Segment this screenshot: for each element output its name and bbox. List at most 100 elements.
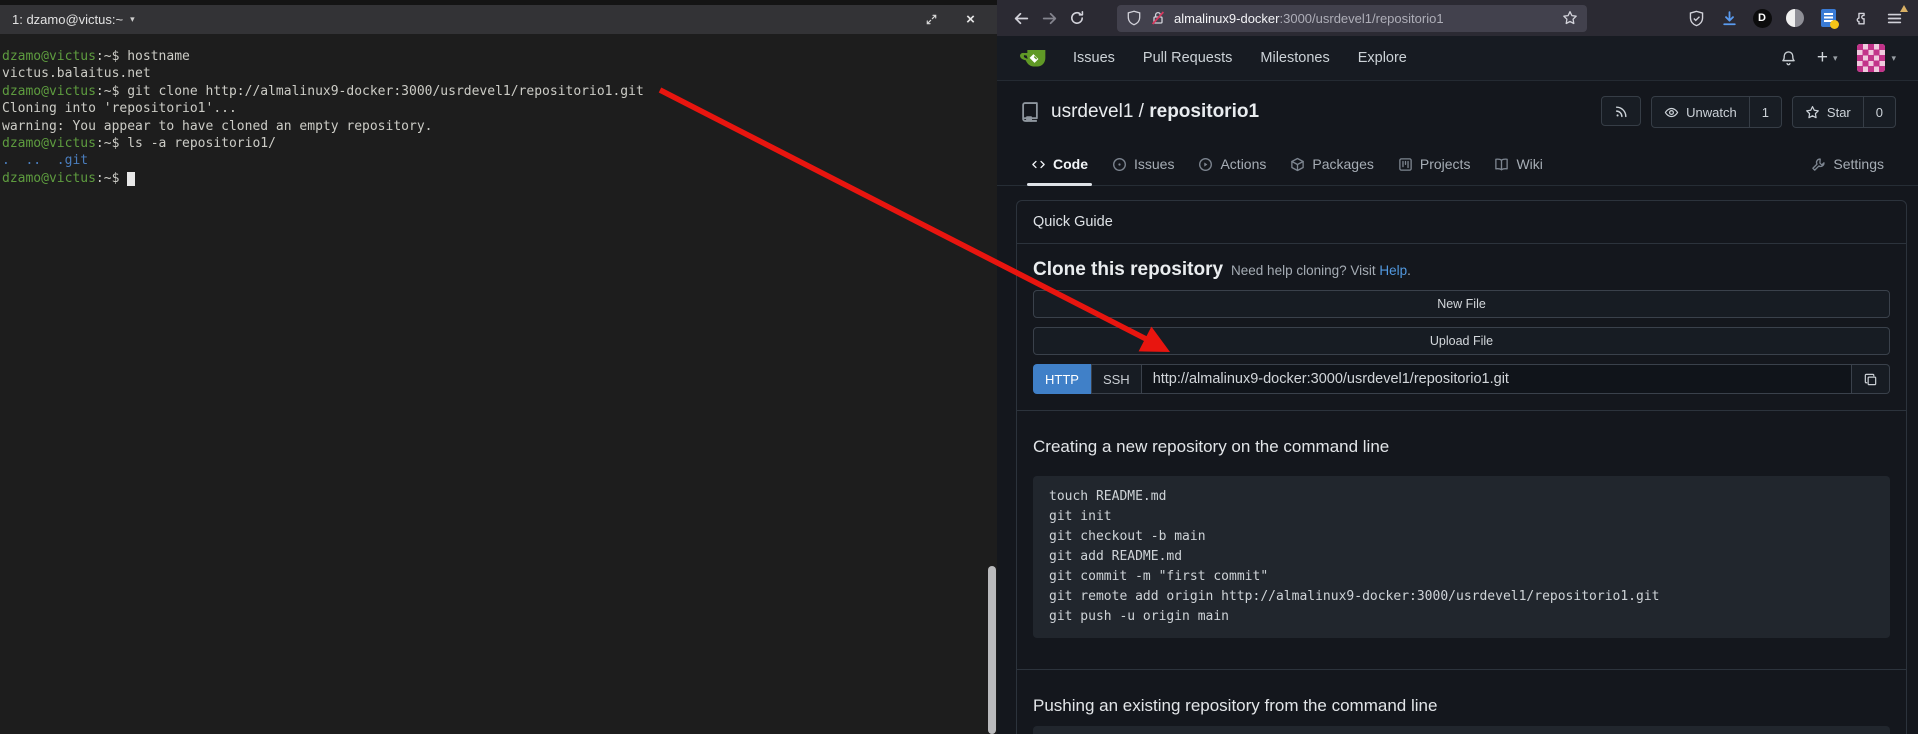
d-letter-extension-icon[interactable]: D — [1752, 8, 1772, 28]
repo-content: Quick Guide Clone this repository Need h… — [997, 186, 1918, 734]
nav-link-explore[interactable]: Explore — [1344, 50, 1421, 66]
push-repo-heading: Pushing an existing repository from the … — [1033, 696, 1890, 716]
download-complete-badge — [1900, 5, 1908, 12]
terminal-line: dzamo@victus:~$ git clone http://almalin… — [2, 83, 997, 100]
clone-url-input[interactable]: http://almalinux9-docker:3000/usrdevel1/… — [1142, 364, 1852, 394]
extension-icons: D — [1686, 8, 1908, 28]
bookmark-star-icon[interactable] — [1562, 10, 1578, 26]
tab-wiki[interactable]: Wiki — [1482, 156, 1554, 185]
terminal-scrollbar[interactable] — [988, 566, 996, 734]
nav-link-issues[interactable]: Issues — [1059, 50, 1129, 66]
nav-link-pull-requests[interactable]: Pull Requests — [1129, 50, 1246, 66]
star-button-group: Star 0 — [1792, 96, 1896, 128]
gitea-logo[interactable] — [1019, 43, 1049, 73]
stars-count[interactable]: 0 — [1863, 97, 1895, 127]
url-bar[interactable]: almalinux9-docker:3000/usrdevel1/reposit… — [1117, 5, 1587, 32]
gitea-page: IssuesPull RequestsMilestonesExplore +▾ … — [997, 36, 1918, 734]
terminal-line: dzamo@victus:~$ ls -a repositorio1/ — [2, 135, 997, 152]
browser-toolbar: almalinux9-docker:3000/usrdevel1/reposit… — [997, 0, 1918, 36]
terminal-titlebar: 1: dzamo@victus:~ ▾ × — [0, 0, 997, 34]
terminal-window: 1: dzamo@victus:~ ▾ × dzamo@victus:~$ ho… — [0, 0, 997, 734]
chevron-down-icon: ▾ — [1891, 53, 1896, 64]
create-repo-heading: Creating a new repository on the command… — [1033, 437, 1890, 457]
watchers-count[interactable]: 1 — [1749, 97, 1781, 127]
unwatch-button[interactable]: Unwatch — [1652, 97, 1749, 127]
create-repo-section: Creating a new repository on the command… — [1017, 410, 1906, 669]
push-repo-code-block[interactable] — [1033, 726, 1890, 734]
clone-url-row: HTTP SSH http://almalinux9-docker:3000/u… — [1033, 364, 1890, 394]
url-text[interactable]: almalinux9-docker:3000/usrdevel1/reposit… — [1174, 11, 1444, 26]
screen: 1: dzamo@victus:~ ▾ × dzamo@victus:~$ ho… — [0, 0, 1918, 734]
quick-guide-title: Quick Guide — [1017, 201, 1906, 244]
repo-name[interactable]: repositorio1 — [1149, 101, 1259, 122]
shield-icon[interactable] — [1126, 10, 1142, 26]
push-repo-section: Pushing an existing repository from the … — [1017, 669, 1906, 734]
create-repo-code-block[interactable]: touch README.md git init git checkout -b… — [1033, 476, 1890, 638]
terminal-output[interactable]: dzamo@victus:~$ hostnamevictus.balaitus.… — [0, 34, 997, 187]
copy-icon[interactable] — [1852, 364, 1890, 394]
tab-code[interactable]: Code — [1019, 156, 1100, 185]
upload-file-button[interactable]: Upload File — [1033, 327, 1890, 355]
close-icon[interactable]: × — [963, 12, 978, 27]
terminal-line: . .. .git — [2, 152, 997, 169]
tab-issues[interactable]: Issues — [1100, 156, 1186, 185]
document-extension-icon[interactable] — [1818, 8, 1838, 28]
tab-projects[interactable]: Projects — [1386, 156, 1483, 185]
projects-icon — [1398, 157, 1413, 172]
packages-icon — [1290, 157, 1305, 172]
watch-button-group: Unwatch 1 — [1651, 96, 1782, 128]
tab-label: Wiki — [1516, 156, 1542, 172]
chevron-down-icon: ▾ — [1833, 53, 1838, 64]
tab-label: Code — [1053, 156, 1088, 172]
menu-icon[interactable] — [1884, 8, 1904, 28]
repo-title: usrdevel1 / repositorio1 — [1051, 101, 1259, 123]
refresh-icon[interactable] — [1063, 4, 1091, 32]
nav-link-milestones[interactable]: Milestones — [1246, 50, 1343, 66]
tab-label: Packages — [1312, 156, 1373, 172]
download-icon[interactable] — [1719, 8, 1739, 28]
terminal-cursor — [127, 172, 135, 186]
http-protocol-button[interactable]: HTTP — [1033, 364, 1091, 394]
terminal-line: dzamo@victus:~$ — [2, 170, 997, 187]
clone-heading: Clone this repository — [1033, 259, 1223, 281]
wiki-icon — [1494, 157, 1509, 172]
dark-reader-extension-icon[interactable] — [1785, 8, 1805, 28]
quick-guide-panel: Quick Guide Clone this repository Need h… — [1016, 200, 1907, 734]
user-menu[interactable]: ▾ — [1857, 44, 1896, 72]
shield-check-icon[interactable] — [1686, 8, 1706, 28]
tab-actions[interactable]: Actions — [1186, 156, 1278, 185]
navbar-links: IssuesPull RequestsMilestonesExplore — [1059, 50, 1421, 66]
browser-window: almalinux9-docker:3000/usrdevel1/reposit… — [997, 0, 1918, 734]
restore-icon[interactable] — [924, 12, 939, 27]
new-file-button[interactable]: New File — [1033, 290, 1890, 318]
actions-icon — [1198, 157, 1213, 172]
tab-label: Issues — [1134, 156, 1174, 172]
repo-owner[interactable]: usrdevel1 — [1051, 101, 1133, 122]
lock-slash-icon[interactable] — [1150, 10, 1166, 26]
ssh-protocol-button[interactable]: SSH — [1091, 364, 1142, 394]
rss-button[interactable] — [1601, 96, 1641, 126]
terminal-line: dzamo@victus:~$ hostname — [2, 48, 997, 65]
tab-settings[interactable]: Settings — [1799, 156, 1896, 185]
puzzle-icon[interactable] — [1851, 8, 1871, 28]
forward-icon[interactable] — [1035, 4, 1063, 32]
chevron-down-icon[interactable]: ▾ — [130, 14, 135, 25]
code-icon — [1031, 157, 1046, 172]
tab-label: Actions — [1220, 156, 1266, 172]
help-link[interactable]: Help — [1379, 263, 1407, 278]
repo-header: usrdevel1 / repositorio1 Unwatch 1 — [997, 81, 1918, 141]
star-button[interactable]: Star — [1793, 97, 1863, 127]
repo-icon — [1019, 101, 1041, 123]
terminal-line: Cloning into 'repositorio1'... — [2, 100, 997, 117]
tab-label: Projects — [1420, 156, 1471, 172]
gitea-navbar: IssuesPull RequestsMilestonesExplore +▾ … — [997, 36, 1918, 81]
tab-packages[interactable]: Packages — [1278, 156, 1385, 185]
clone-section: Clone this repository Need help cloning?… — [1017, 244, 1906, 410]
repo-tabs: Code Issues Actions Packages Projects Wiki Set… — [997, 141, 1918, 186]
tab-label: Settings — [1833, 156, 1884, 172]
avatar — [1857, 44, 1885, 72]
back-icon[interactable] — [1007, 4, 1035, 32]
terminal-title-text: 1: dzamo@victus:~ — [12, 12, 123, 27]
create-new-button[interactable]: +▾ — [1817, 47, 1838, 69]
bell-icon[interactable] — [1780, 50, 1797, 67]
